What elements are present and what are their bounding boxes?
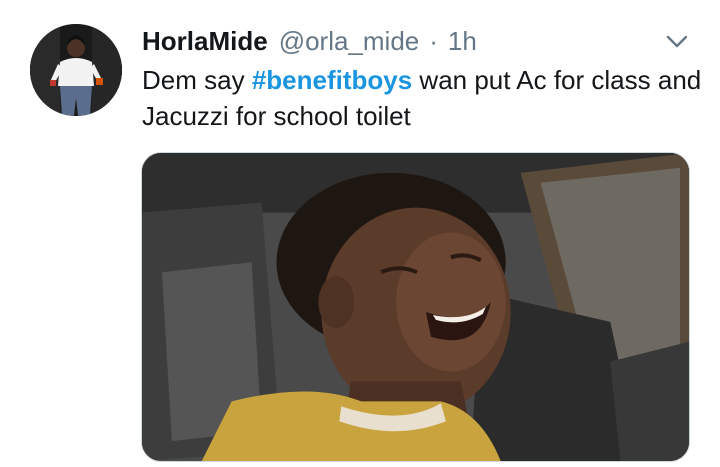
timestamp[interactable]: 1h xyxy=(448,26,477,57)
avatar-photo xyxy=(30,24,122,116)
chevron-down-icon xyxy=(666,35,688,48)
avatar[interactable] xyxy=(30,24,122,116)
tweet-header: HorlaMide @orla_mide · 1h xyxy=(142,22,477,60)
user-handle[interactable]: @orla_mide xyxy=(279,26,420,57)
tweet-text-before: Dem say xyxy=(142,65,252,95)
media-image xyxy=(142,153,689,461)
tweet-text: Dem say #benefitboys wan put Ac for clas… xyxy=(142,62,702,134)
separator-dot: · xyxy=(429,25,438,56)
tweet-menu-button[interactable] xyxy=(661,28,693,56)
tweet-card[interactable]: HorlaMide @orla_mide · 1h Dem say #benef… xyxy=(0,0,720,467)
tweet-media[interactable] xyxy=(141,152,690,462)
hashtag-link[interactable]: #benefitboys xyxy=(252,65,412,95)
display-name[interactable]: HorlaMide xyxy=(142,26,268,57)
